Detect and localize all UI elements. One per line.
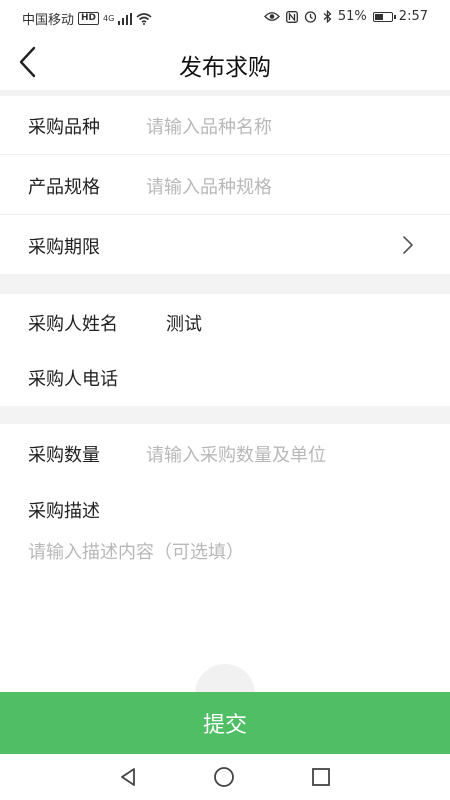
page-title: 发布求购	[179, 55, 271, 81]
row-period[interactable]: 采购期限	[0, 215, 450, 274]
status-bar: 中国移动 HD 4G 51% 2:57	[0, 0, 450, 34]
clock-time: 2:57	[398, 9, 428, 24]
variety-input[interactable]: 请输入品种名称	[146, 113, 272, 139]
quantity-label: 采购数量	[28, 445, 100, 466]
row-variety: 采购品种 请输入品种名称	[0, 96, 450, 154]
variety-label: 采购品种	[28, 117, 100, 138]
buyer-name-label: 采购人姓名	[28, 314, 118, 335]
row-buyer-phone: 采购人电话	[0, 350, 450, 406]
row-description: 采购描述	[0, 480, 450, 692]
bluetooth-icon	[323, 10, 332, 23]
system-nav-bar	[0, 754, 450, 800]
hd-badge: HD	[78, 12, 100, 25]
nav-back-icon[interactable]	[117, 766, 139, 788]
battery-icon	[372, 11, 396, 22]
chevron-right-icon	[403, 236, 413, 254]
carrier-name: 中国移动	[22, 13, 75, 28]
status-left: 中国移动 HD 4G	[22, 9, 152, 28]
battery-fill	[374, 13, 383, 20]
row-buyer-name: 采购人姓名 测试	[0, 294, 450, 350]
nav-home-icon[interactable]	[213, 766, 235, 788]
network-type: 4G	[103, 13, 115, 23]
section-gap	[0, 274, 450, 294]
row-quantity: 采购数量 请输入采购数量及单位	[0, 424, 450, 480]
spec-input[interactable]: 请输入品种规格	[146, 173, 272, 199]
alarm-icon	[304, 11, 317, 23]
quantity-input[interactable]: 请输入采购数量及单位	[146, 441, 326, 467]
battery-percent: 51%	[337, 9, 367, 24]
nav-recents-icon[interactable]	[310, 766, 332, 788]
signal-icon	[118, 12, 133, 25]
submit-button[interactable]: 提交	[0, 692, 450, 754]
nfc-icon	[285, 10, 298, 23]
wifi-icon	[136, 12, 152, 25]
description-textarea[interactable]: 请输入描述内容（可选填）	[28, 538, 244, 564]
buyer-phone-label: 采购人电话	[28, 369, 118, 390]
period-label: 采购期限	[28, 237, 100, 258]
spec-label: 产品规格	[28, 177, 100, 198]
buyer-phone-input[interactable]	[166, 360, 416, 394]
description-label: 采购描述	[28, 501, 100, 522]
status-right: 51% 2:57	[264, 9, 428, 24]
buyer-name-input[interactable]: 测试	[166, 310, 202, 336]
section-gap	[0, 406, 450, 424]
row-spec: 产品规格 请输入品种规格	[0, 155, 450, 214]
eye-icon	[264, 12, 280, 21]
title-bar: 发布求购	[0, 34, 450, 90]
